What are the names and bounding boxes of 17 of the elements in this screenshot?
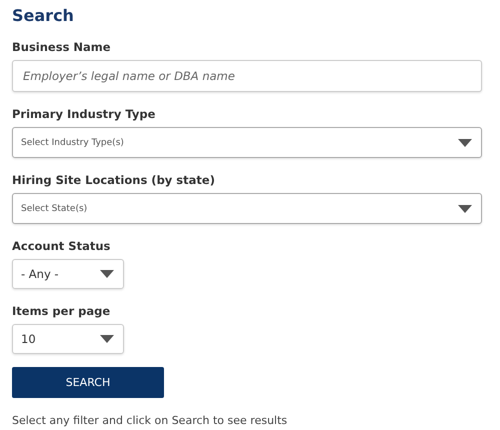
field-label: Account Status [12,239,110,253]
field-label: Business Name [12,40,111,54]
page-heading: Search [12,6,75,26]
text-field[interactable]: Employer’s legal name or DBA name [12,60,482,92]
dropdown[interactable]: 10 [12,324,124,354]
search-button[interactable]: SEARCH [12,367,164,398]
caret-icon [100,335,114,343]
field-label: Hiring Site Locations (by state) [12,173,215,187]
dropdown[interactable]: Select State(s) [12,193,482,224]
caret-icon [458,204,472,212]
field-label: Primary Industry Type [12,107,156,121]
dropdown[interactable]: Select Industry Type(s) [12,127,482,158]
hint-text: Select any filter and click on Search to see results [12,414,288,427]
caret-icon [458,138,472,146]
caret-icon [100,270,114,278]
dropdown[interactable]: - Any - [12,259,124,289]
field-label: Items per page [12,304,110,318]
